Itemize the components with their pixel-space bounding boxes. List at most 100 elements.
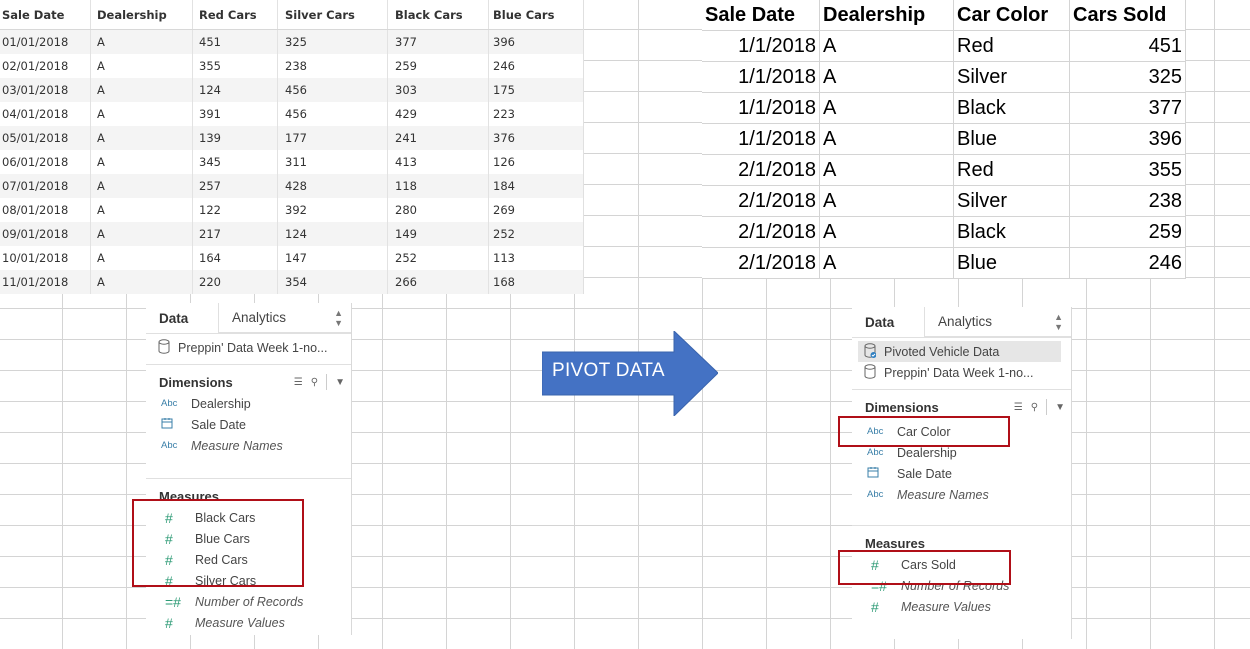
list-view-icon[interactable]: ☰ <box>294 377 303 388</box>
table-cell[interactable]: Silver <box>954 62 1070 93</box>
table-cell[interactable]: A <box>91 126 193 150</box>
table-cell[interactable]: 2/1/2018 <box>702 155 820 186</box>
table-cell[interactable]: 456 <box>278 102 388 126</box>
column-header-dealership[interactable]: Dealership <box>820 0 954 31</box>
table-cell[interactable]: 01/01/2018 <box>0 30 91 54</box>
table-cell[interactable]: 451 <box>1070 31 1186 62</box>
table-cell[interactable]: 355 <box>1070 155 1186 186</box>
table-cell[interactable]: 1/1/2018 <box>702 124 820 155</box>
table-cell[interactable]: 05/01/2018 <box>0 126 91 150</box>
table-cell[interactable]: Blue <box>954 248 1070 279</box>
table-cell[interactable]: 1/1/2018 <box>702 31 820 62</box>
table-cell[interactable]: A <box>91 150 193 174</box>
table-cell[interactable]: 168 <box>489 270 583 294</box>
datasource-item[interactable]: Preppin' Data Week 1-no... <box>852 362 1071 383</box>
tab-data[interactable]: Data <box>852 307 924 337</box>
table-cell[interactable]: 126 <box>489 150 583 174</box>
table-cell[interactable]: 257 <box>193 174 278 198</box>
column-header-blue-cars[interactable]: Blue Cars <box>489 0 583 29</box>
table-cell[interactable]: 124 <box>193 78 278 102</box>
table-cell[interactable]: 223 <box>489 102 583 126</box>
chevron-down-icon[interactable]: ▼ <box>1055 402 1065 413</box>
table-cell[interactable]: A <box>91 54 193 78</box>
column-header-car-color[interactable]: Car Color <box>954 0 1070 31</box>
datasource-item[interactable]: Preppin' Data Week 1-no... <box>146 337 351 358</box>
datasource-item[interactable]: Pivoted Vehicle Data <box>858 341 1061 362</box>
table-cell[interactable]: A <box>91 174 193 198</box>
field-item[interactable]: Sale Date <box>146 414 351 435</box>
table-cell[interactable]: 345 <box>193 150 278 174</box>
table-cell[interactable]: 377 <box>1070 93 1186 124</box>
table-cell[interactable]: 392 <box>278 198 388 222</box>
column-header-sale-date[interactable]: Sale Date <box>702 0 820 31</box>
chevron-down-icon[interactable]: ▼ <box>335 377 345 388</box>
table-cell[interactable]: 11/01/2018 <box>0 270 91 294</box>
table-cell[interactable]: 10/01/2018 <box>0 246 91 270</box>
table-cell[interactable]: 252 <box>388 246 489 270</box>
table-cell[interactable]: A <box>820 62 954 93</box>
table-cell[interactable]: Silver <box>954 186 1070 217</box>
table-cell[interactable]: 246 <box>1070 248 1186 279</box>
table-cell[interactable]: Black <box>954 93 1070 124</box>
table-cell[interactable]: 429 <box>388 102 489 126</box>
table-cell[interactable]: 252 <box>489 222 583 246</box>
table-cell[interactable]: 238 <box>1070 186 1186 217</box>
tab-analytics[interactable]: Analytics ▲ ▼ <box>924 307 1071 337</box>
column-header-dealership[interactable]: Dealership <box>91 0 193 29</box>
table-cell[interactable]: 2/1/2018 <box>702 217 820 248</box>
column-header-cars-sold[interactable]: Cars Sold <box>1070 0 1186 31</box>
table-cell[interactable]: 259 <box>388 54 489 78</box>
table-cell[interactable]: 377 <box>388 30 489 54</box>
table-cell[interactable]: 09/01/2018 <box>0 222 91 246</box>
table-cell[interactable]: 07/01/2018 <box>0 174 91 198</box>
table-cell[interactable]: 08/01/2018 <box>0 198 91 222</box>
table-cell[interactable]: 325 <box>278 30 388 54</box>
table-cell[interactable]: A <box>820 124 954 155</box>
table-cell[interactable]: 175 <box>489 78 583 102</box>
table-cell[interactable]: A <box>91 78 193 102</box>
table-cell[interactable]: A <box>91 198 193 222</box>
table-cell[interactable]: 396 <box>489 30 583 54</box>
table-cell[interactable]: 149 <box>388 222 489 246</box>
table-cell[interactable]: A <box>91 270 193 294</box>
table-cell[interactable]: 113 <box>489 246 583 270</box>
table-cell[interactable]: 118 <box>388 174 489 198</box>
table-cell[interactable]: 124 <box>278 222 388 246</box>
table-cell[interactable]: 451 <box>193 30 278 54</box>
table-cell[interactable]: 02/01/2018 <box>0 54 91 78</box>
tab-analytics[interactable]: Analytics ▲ ▼ <box>218 303 351 333</box>
table-cell[interactable]: 2/1/2018 <box>702 186 820 217</box>
table-cell[interactable]: 269 <box>489 198 583 222</box>
table-cell[interactable]: 376 <box>489 126 583 150</box>
table-cell[interactable]: 238 <box>278 54 388 78</box>
table-cell[interactable]: A <box>91 102 193 126</box>
list-view-icon[interactable]: ☰ <box>1014 402 1023 413</box>
search-icon[interactable]: ⚲ <box>1031 402 1038 413</box>
table-cell[interactable]: 396 <box>1070 124 1186 155</box>
field-item[interactable]: # Measure Values <box>852 596 1071 617</box>
field-item[interactable]: # Measure Values <box>146 612 351 633</box>
table-cell[interactable]: Red <box>954 31 1070 62</box>
table-cell[interactable]: 122 <box>193 198 278 222</box>
table-cell[interactable]: 06/01/2018 <box>0 150 91 174</box>
table-cell[interactable]: 164 <box>193 246 278 270</box>
table-cell[interactable]: A <box>820 248 954 279</box>
table-cell[interactable]: Red <box>954 155 1070 186</box>
field-item[interactable]: Abc Measure Names <box>852 484 1071 505</box>
column-header-black-cars[interactable]: Black Cars <box>388 0 489 29</box>
table-cell[interactable]: A <box>820 186 954 217</box>
table-cell[interactable]: 303 <box>388 78 489 102</box>
field-item[interactable]: Abc Measure Names <box>146 435 351 456</box>
table-cell[interactable]: A <box>820 217 954 248</box>
table-cell[interactable]: 147 <box>278 246 388 270</box>
table-cell[interactable]: 1/1/2018 <box>702 62 820 93</box>
column-header-silver-cars[interactable]: Silver Cars <box>278 0 388 29</box>
tab-data[interactable]: Data <box>146 303 218 333</box>
table-cell[interactable]: 184 <box>489 174 583 198</box>
table-cell[interactable]: 220 <box>193 270 278 294</box>
table-cell[interactable]: 355 <box>193 54 278 78</box>
table-cell[interactable]: 391 <box>193 102 278 126</box>
table-cell[interactable]: 2/1/2018 <box>702 248 820 279</box>
table-cell[interactable]: A <box>820 155 954 186</box>
table-cell[interactable]: A <box>91 30 193 54</box>
